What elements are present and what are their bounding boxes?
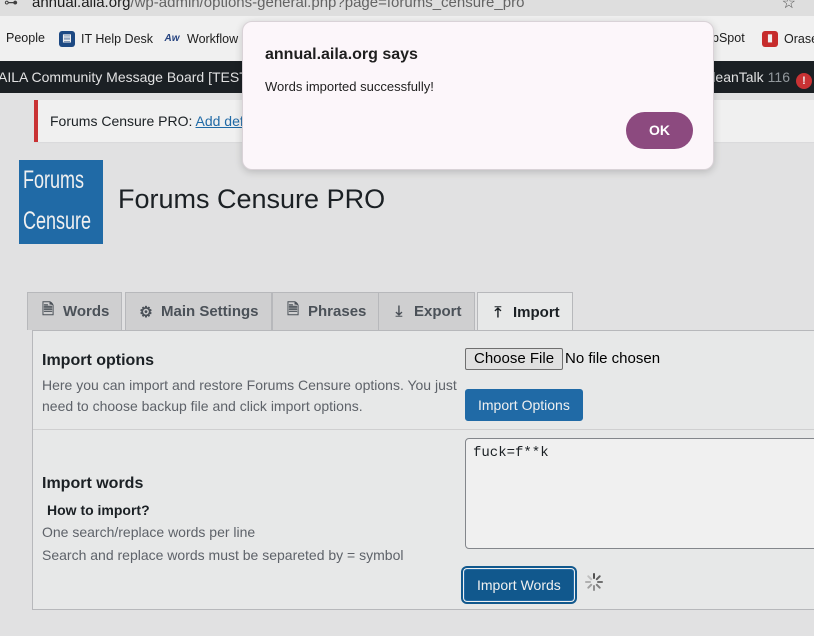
- alert-dialog: annual.aila.org says Words imported succ…: [242, 21, 714, 170]
- dialog-message: Words imported successfully!: [265, 79, 434, 94]
- dialog-title: annual.aila.org says: [265, 46, 418, 63]
- dialog-ok-button[interactable]: OK: [626, 112, 693, 149]
